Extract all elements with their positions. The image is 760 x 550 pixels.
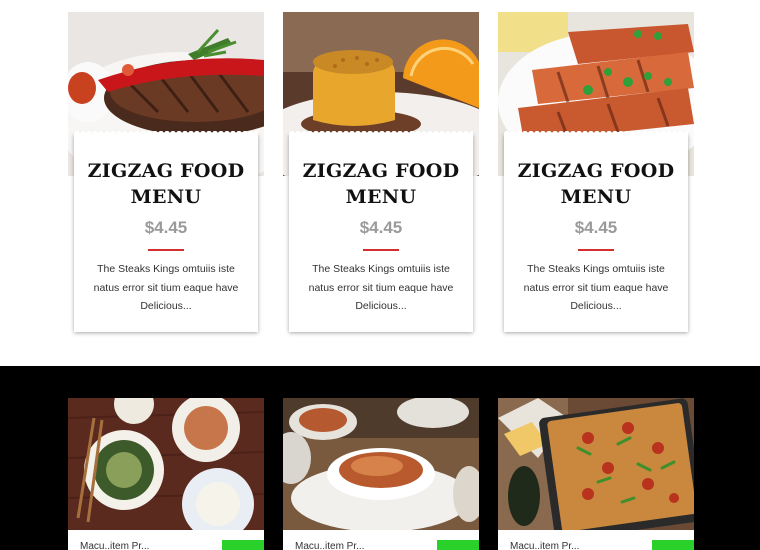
card-price: $4.45	[359, 218, 403, 237]
price-badge[interactable]	[437, 540, 479, 550]
photo-caption-bar: Macu..item Pr...	[283, 530, 479, 550]
card-title[interactable]: ZIGZAG FOOD MENU	[289, 158, 473, 210]
card-price: $4.45	[574, 218, 618, 237]
photo-caption: Macu..item Pr...	[80, 541, 150, 550]
card-price: $4.45	[144, 218, 188, 237]
price-divider	[578, 249, 614, 251]
photo-caption: Macu..item Pr...	[295, 541, 365, 550]
pizza-image[interactable]	[498, 398, 694, 530]
card-title[interactable]: ZIGZAG FOOD MENU	[504, 158, 688, 210]
asian-dishes-image[interactable]	[68, 398, 264, 530]
card-description: The Steaks Kings omtuiis iste natus erro…	[308, 263, 454, 312]
pasta-bowl-image[interactable]	[283, 398, 479, 530]
price-divider	[148, 249, 184, 251]
menu-card[interactable]: ZIGZAG FOOD MENU $4.45 The Steaks Kings …	[74, 128, 258, 332]
card-title[interactable]: ZIGZAG FOOD MENU	[74, 158, 258, 210]
card-description: The Steaks Kings omtuiis iste natus erro…	[523, 263, 669, 312]
photo-caption: Macu..item Pr...	[510, 541, 580, 550]
menu-card[interactable]: ZIGZAG FOOD MENU $4.45 The Steaks Kings …	[504, 128, 688, 332]
photo-caption-bar: Macu..item Pr...	[498, 530, 694, 550]
menu-card[interactable]: ZIGZAG FOOD MENU $4.45 The Steaks Kings …	[289, 128, 473, 332]
price-badge[interactable]	[222, 540, 264, 550]
card-description: The Steaks Kings omtuiis iste natus erro…	[93, 263, 239, 312]
price-divider	[363, 249, 399, 251]
price-badge[interactable]	[652, 540, 694, 550]
photo-caption-bar: Macu..item Pr...	[68, 530, 264, 550]
